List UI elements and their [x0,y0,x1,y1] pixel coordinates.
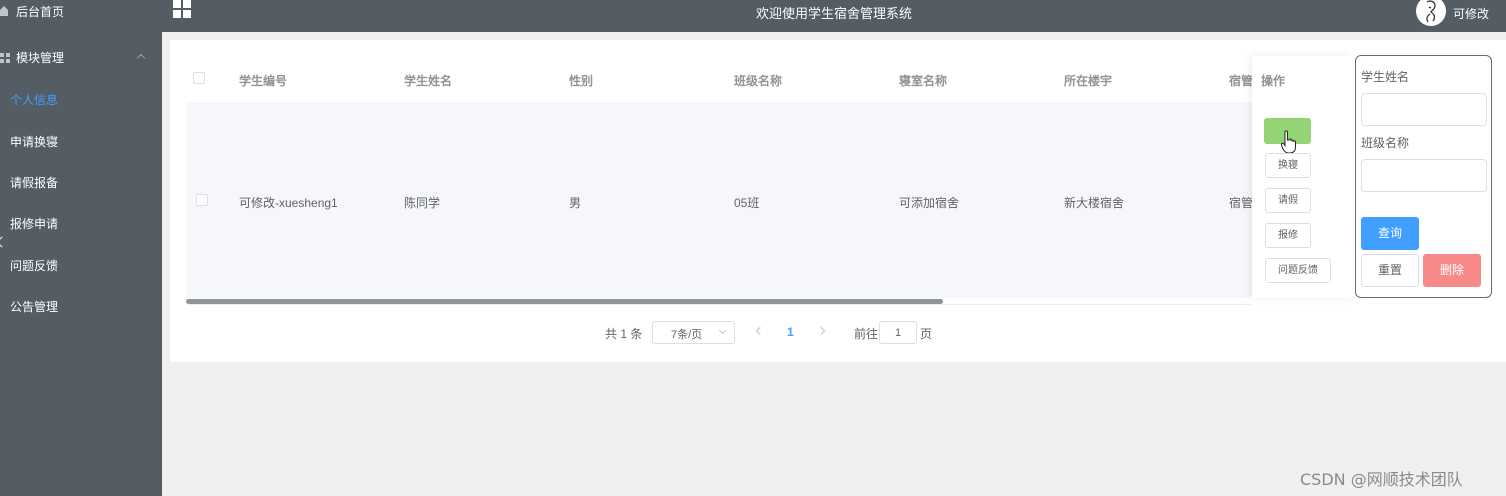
column-header[interactable]: 学生编号 [239,72,287,89]
student-name-label: 学生姓名 [1361,70,1410,84]
table-cell: 新大楼宿舍 [1064,196,1125,210]
class-name-label: 班级名称 [1361,136,1410,150]
page-unit-label: 页 [920,327,933,341]
goto-page-input[interactable] [879,321,917,344]
repair-button[interactable]: 报修 [1265,223,1311,248]
delete-button[interactable]: 删除 [1423,254,1481,287]
table-cell: 可添加宿舍 [899,196,960,210]
table-cell: 可修改-xuesheng1 [239,196,338,210]
system-title: 欢迎使用学生宿舍管理系统 [755,6,912,21]
table-cell: 陈同学 [404,196,441,210]
sidebar-item-notice[interactable]: 公告管理 [0,287,162,327]
chevron-down-icon [718,326,727,335]
sidebar-item-feedback[interactable]: 问题反馈 [0,246,162,286]
watermark: CSDN @网顺技术团队 [1300,470,1463,489]
sidebar: 后台首页 模块管理 个人信息 申请换寝 请假报备 报修申请 问题反馈 公告管理 [0,0,162,496]
column-header[interactable]: 学生姓名 [404,72,452,89]
pagination-total: 共 1 条 [605,327,643,341]
feedback-button[interactable]: 问题反馈 [1265,258,1331,283]
row-checkbox[interactable] [196,194,208,206]
divider [186,304,1252,305]
sidebar-item-label: 公告管理 [10,300,59,314]
table-cell: 男 [569,196,582,210]
home-icon [0,6,8,16]
hand-cursor-icon [1281,130,1296,154]
column-header[interactable]: 所在楼宇 [1064,72,1112,89]
select-all-checkbox[interactable] [193,72,205,84]
goto-label: 前往 [854,327,879,341]
user-name[interactable]: 可修改 [1453,5,1489,22]
sidebar-item-home[interactable]: 后台首页 [0,0,162,32]
sidebar-item-room-change[interactable]: 申请换寝 [0,122,162,162]
sidebar-item-repair[interactable]: 报修申请 [0,204,162,244]
room-change-button[interactable]: 换寝 [1265,153,1311,178]
sidebar-item-label: 申请换寝 [10,135,59,149]
table-cell: 05班 [734,196,760,210]
sidebar-item-label: 问题反馈 [10,259,59,273]
column-header[interactable]: 班级名称 [734,72,782,89]
sidebar-item-label: 个人信息 [10,93,59,107]
sidebar-item-label: 后台首页 [16,5,65,19]
reset-button[interactable]: 重置 [1361,254,1419,287]
sidebar-item-label: 报修申请 [10,217,59,231]
top-bar: 欢迎使用学生宿舍管理系统 可修改 [162,0,1506,32]
column-header[interactable]: 寝室名称 [899,72,947,89]
current-page[interactable]: 1 [787,325,794,339]
page-size-select[interactable]: 7条/页 [652,321,735,344]
sidebar-item-profile[interactable]: 个人信息 [0,80,162,120]
sidebar-item-label: 请假报备 [10,176,59,190]
table-cell: 宿管 [1229,196,1254,210]
page-size-value: 7条/页 [671,329,703,341]
column-header[interactable]: 宿管 [1229,72,1253,89]
sidebar-item-module[interactable]: 模块管理 [0,38,162,78]
avatar-sketch-icon [1426,0,1436,23]
student-name-input[interactable] [1361,93,1487,126]
column-header[interactable]: 性别 [569,72,593,89]
sidebar-item-leave[interactable]: 请假报备 [0,163,162,203]
module-icon [0,53,10,63]
avatar[interactable] [1416,0,1446,26]
leave-button[interactable]: 请假 [1265,188,1311,213]
chevron-up-icon [136,53,146,63]
query-button[interactable]: 查询 [1361,217,1419,250]
column-header: 操作 [1261,74,1286,88]
sidebar-item-label: 模块管理 [16,51,65,65]
class-name-input[interactable] [1361,159,1487,192]
